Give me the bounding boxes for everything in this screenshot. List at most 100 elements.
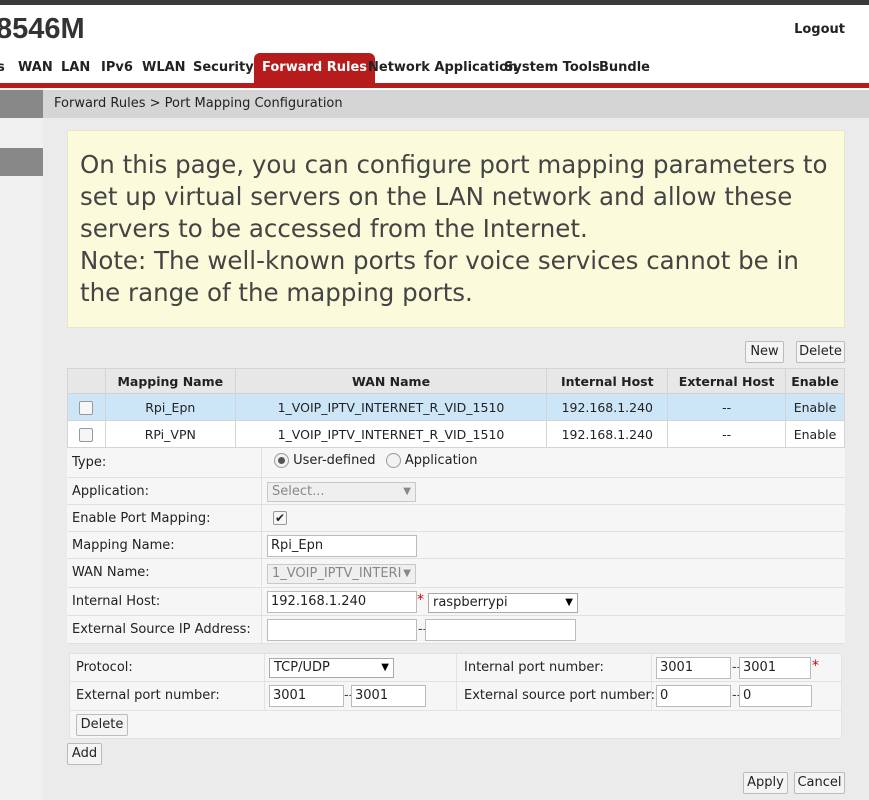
external-port-start-input[interactable]: 3001 bbox=[269, 685, 344, 707]
separator bbox=[261, 478, 262, 505]
type-radio-group: User-defined Application bbox=[274, 453, 477, 468]
cell-wan-name: 1_VOIP_IPTV_INTERNET_R_VID_1510 bbox=[234, 420, 548, 448]
nav-item-system-tools[interactable]: System Tools bbox=[504, 53, 600, 83]
select-all-header bbox=[67, 368, 106, 394]
ext-source-port-end-input[interactable]: 0 bbox=[739, 685, 812, 707]
enable-port-mapping-checkbox[interactable]: ✔ bbox=[273, 511, 287, 525]
table-header-row: Mapping Name WAN Name Internal Host Exte… bbox=[67, 368, 845, 394]
row-internal-host: Internal Host: 192.168.1.240 * raspberry… bbox=[67, 588, 845, 616]
cell-enable: Enable bbox=[785, 393, 845, 421]
breadcrumb: Forward Rules > Port Mapping Configurati… bbox=[43, 90, 869, 118]
port-settings-panel: Protocol: TCP/UDP ▼ Internal port number:… bbox=[69, 653, 842, 739]
cell-mapping-name: Rpi_Epn bbox=[104, 393, 236, 421]
user-defined-label: User-defined bbox=[293, 453, 376, 468]
new-button[interactable]: New bbox=[745, 341, 784, 363]
port-mapping-table: Mapping Name WAN Name Internal Host Exte… bbox=[67, 368, 845, 448]
external-port-end-input[interactable]: 3001 bbox=[351, 685, 426, 707]
separator bbox=[264, 654, 265, 711]
mapping-name-input[interactable]: Rpi_Epn bbox=[267, 535, 417, 557]
chevron-down-icon: ▼ bbox=[403, 486, 411, 497]
nav-item-security[interactable]: Security bbox=[193, 53, 254, 83]
col-enable: Enable bbox=[785, 368, 845, 394]
external-port-label: External port number: bbox=[76, 688, 220, 703]
wan-name-select[interactable]: 1_VOIP_IPTV_INTERI ▼ bbox=[267, 564, 416, 584]
ext-source-ip-end-input[interactable] bbox=[425, 619, 576, 641]
nav-underline bbox=[0, 83, 869, 88]
info-note: Note: The well-known ports for voice ser… bbox=[80, 246, 799, 307]
internal-port-end-input[interactable]: 3001 bbox=[739, 657, 811, 679]
wan-name-select-value: 1_VOIP_IPTV_INTERI bbox=[272, 566, 402, 581]
nav-item-lan[interactable]: LAN bbox=[61, 53, 90, 83]
row-ext-source-ip: External Source IP Address: -- bbox=[67, 616, 845, 644]
application-radio[interactable] bbox=[385, 453, 401, 468]
nav-item-forward-rules[interactable]: Forward Rules bbox=[254, 53, 375, 83]
internal-host-device-select[interactable]: raspberrypi ▼ bbox=[428, 593, 578, 613]
cell-internal-host: 192.168.1.240 bbox=[546, 393, 669, 421]
protocol-label: Protocol: bbox=[76, 660, 133, 675]
protocol-select[interactable]: TCP/UDP ▼ bbox=[269, 658, 394, 678]
protocol-select-value: TCP/UDP bbox=[274, 660, 330, 675]
ext-source-ip-start-input[interactable] bbox=[267, 619, 417, 641]
header: 8546M Logout bbox=[0, 5, 869, 53]
nav-item-truncated[interactable]: s bbox=[0, 53, 5, 83]
separator bbox=[261, 616, 262, 643]
col-wan-name: WAN Name bbox=[234, 368, 548, 394]
logout-link[interactable]: Logout bbox=[794, 22, 845, 37]
device-model-title: 8546M bbox=[0, 13, 85, 45]
delete-port-button[interactable]: Delete bbox=[76, 714, 128, 736]
chevron-down-icon: ▼ bbox=[403, 568, 411, 579]
delete-button[interactable]: Delete bbox=[796, 341, 845, 363]
cell-external-host: -- bbox=[667, 393, 787, 421]
separator bbox=[261, 505, 262, 532]
row-application: Application: Select... ▼ bbox=[67, 478, 845, 505]
add-button[interactable]: Add bbox=[67, 743, 102, 765]
application-select-value: Select... bbox=[272, 484, 325, 499]
internal-host-input[interactable]: 192.168.1.240 bbox=[267, 591, 417, 613]
separator bbox=[456, 654, 457, 711]
ext-source-port-start-input[interactable]: 0 bbox=[656, 685, 731, 707]
cell-internal-host: 192.168.1.240 bbox=[546, 420, 669, 448]
cancel-button[interactable]: Cancel bbox=[794, 772, 845, 794]
main-nav: s WAN LAN IPv6 WLAN Security Forward Rul… bbox=[0, 53, 869, 83]
sidebar bbox=[0, 88, 43, 800]
required-marker: * bbox=[417, 592, 424, 608]
internal-port-label: Internal port number: bbox=[464, 660, 604, 675]
chevron-down-icon: ▼ bbox=[381, 662, 389, 673]
nav-item-ipv6[interactable]: IPv6 bbox=[101, 53, 133, 83]
separator bbox=[261, 448, 262, 478]
table-row[interactable]: RPi_VPN 1_VOIP_IPTV_INTERNET_R_VID_1510 … bbox=[67, 420, 845, 448]
row-enable: Enable Port Mapping: ✔ bbox=[67, 505, 845, 532]
type-label: Type: bbox=[72, 455, 107, 470]
enable-port-mapping-label: Enable Port Mapping: bbox=[72, 511, 211, 526]
internal-host-device-value: raspberrypi bbox=[433, 595, 508, 610]
info-box: On this page, you can configure port map… bbox=[67, 130, 845, 328]
nav-item-bundle[interactable]: Bundle bbox=[599, 53, 650, 83]
table-row[interactable]: Rpi_Epn 1_VOIP_IPTV_INTERNET_R_VID_1510 … bbox=[67, 393, 845, 421]
separator bbox=[261, 532, 262, 559]
nav-item-wan[interactable]: WAN bbox=[18, 53, 53, 83]
user-defined-radio[interactable] bbox=[274, 453, 289, 468]
sidebar-item-collapsed[interactable] bbox=[0, 90, 43, 118]
cell-enable: Enable bbox=[785, 420, 845, 448]
nav-item-network-application[interactable]: Network Application bbox=[368, 53, 517, 83]
mapping-name-label: Mapping Name: bbox=[72, 538, 175, 553]
cell-mapping-name: RPi_VPN bbox=[104, 420, 236, 448]
application-select[interactable]: Select... ▼ bbox=[267, 482, 416, 502]
wan-name-label: WAN Name: bbox=[72, 565, 150, 580]
nav-item-wlan[interactable]: WLAN bbox=[142, 53, 186, 83]
row-mapping-name: Mapping Name: Rpi_Epn bbox=[67, 532, 845, 559]
col-mapping-name: Mapping Name bbox=[104, 368, 236, 394]
application-radio-label: Application bbox=[404, 453, 478, 468]
sidebar-item-selected[interactable] bbox=[0, 148, 43, 176]
row-checkbox[interactable] bbox=[79, 427, 94, 442]
internal-port-start-input[interactable]: 3001 bbox=[656, 657, 731, 679]
required-marker: * bbox=[812, 658, 819, 674]
info-text: On this page, you can configure port map… bbox=[80, 150, 828, 243]
cell-wan-name: 1_VOIP_IPTV_INTERNET_R_VID_1510 bbox=[234, 393, 548, 421]
cell-external-host: -- bbox=[667, 420, 787, 448]
separator bbox=[261, 588, 262, 615]
ext-source-port-label: External source port number: bbox=[464, 688, 656, 703]
row-checkbox[interactable] bbox=[79, 400, 94, 415]
internal-host-label: Internal Host: bbox=[72, 594, 161, 609]
apply-button[interactable]: Apply bbox=[743, 772, 788, 794]
